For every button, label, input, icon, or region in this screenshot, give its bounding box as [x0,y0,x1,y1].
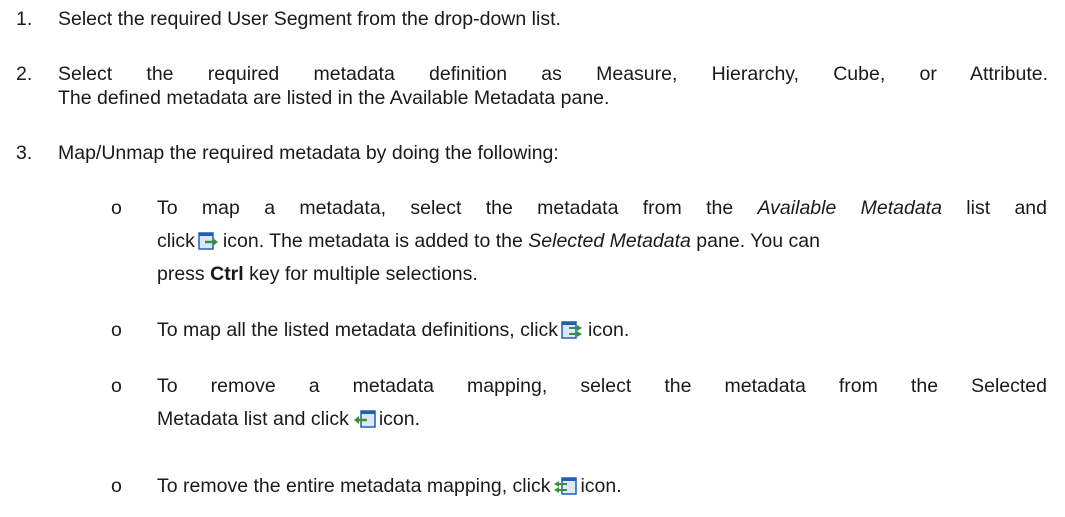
emphasis-text: Available Metadata [757,197,942,219]
text-run: icon. [580,475,622,497]
text-run: press [157,263,211,285]
text-run: To remove the entire metadata mapping, c… [157,475,551,497]
unmap-selected-icon [352,409,376,435]
map-selected-icon [198,231,220,257]
bullet-marker: o [111,197,122,219]
text-run: click [157,230,195,252]
text-run: icon. The metadata is added to the [222,230,529,252]
bullet-text: To remove a metadata mapping, select the… [157,375,1047,397]
step-text: Select the required metadata definition … [58,63,1048,85]
unmap-all-icon [553,476,578,502]
text-run: Metadata list and click [157,408,349,430]
text-run: icon. [378,408,421,430]
text-run: key for multiple selections. [243,263,478,285]
text-run: To map all the listed metadata definitio… [157,319,559,341]
bullet-marker: o [111,475,122,497]
text-run: To map a metadata, select the metadata f… [157,197,758,219]
bullet-text: To remove the entire metadata mapping, c… [157,474,622,502]
emphasis-text: Selected Metadata [528,230,691,252]
bullet-text: click icon. The metadata is added to the … [157,229,820,257]
bullet-text: Metadata list and click icon. [157,407,420,435]
bullet-text: To map a metadata, select the metadata f… [157,196,1047,220]
text-run: pane. You can [690,230,820,252]
step-text: Map/Unmap the required metadata by doing… [58,142,559,164]
key-name: Ctrl [210,263,244,285]
bullet-marker: o [111,375,122,397]
text-run: list and [941,197,1047,219]
step-number: 2. [16,63,33,85]
step-text: Select the required User Segment from th… [58,8,561,30]
bullet-text: press Ctrl key for multiple selections. [157,262,478,286]
text-run: icon. [588,319,630,341]
step-text: The defined metadata are listed in the A… [58,87,610,109]
bullet-marker: o [111,319,122,341]
bullet-text: To map all the listed metadata definitio… [157,318,629,346]
step-number: 3. [16,142,33,164]
map-all-icon [561,320,585,346]
step-number: 1. [16,8,33,30]
